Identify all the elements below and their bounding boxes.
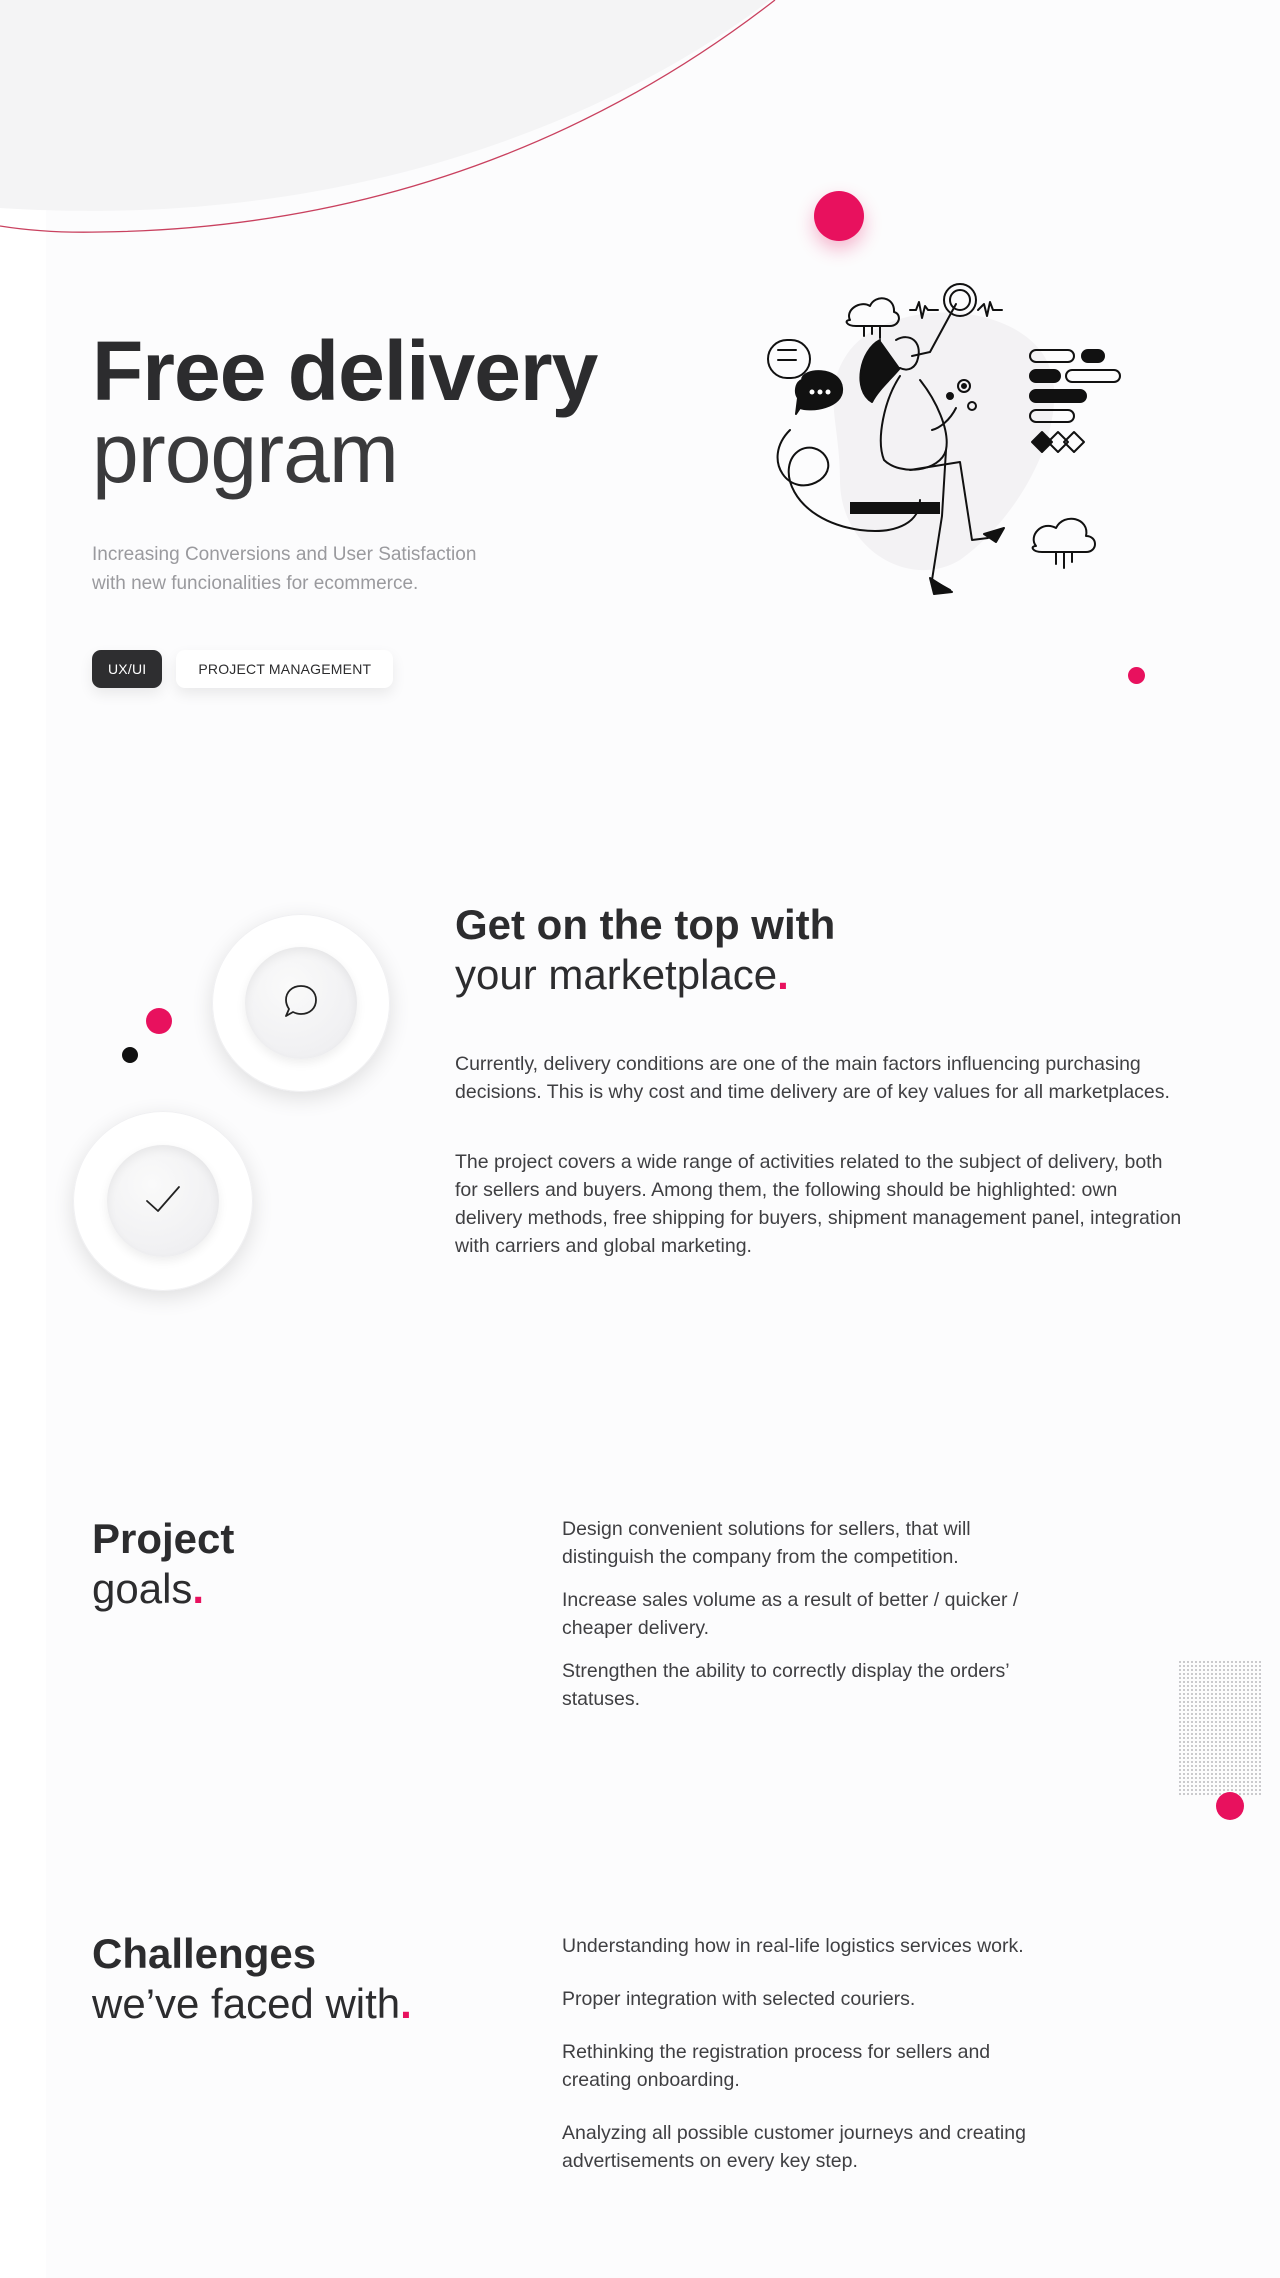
hero-pink-dot-large: [814, 191, 864, 241]
tag-uxui[interactable]: UX/UI: [92, 650, 163, 688]
black-accent-dot: [122, 1047, 138, 1063]
pink-accent-dot: [146, 1008, 172, 1034]
hero-subtitle: Increasing Conversions and User Satisfac…: [92, 540, 522, 598]
goals-heading-light: goals.: [92, 1564, 234, 1614]
hero-subtitle-line-1: Increasing Conversions and User Satisfac…: [92, 544, 477, 565]
hero-pink-dot-small: [1128, 667, 1145, 684]
challenges-heading-light-text: we’ve faced with: [92, 1980, 401, 2027]
goals-heading: Project goals.: [92, 1514, 234, 1614]
check-orb: [73, 1111, 253, 1291]
challenge-item: Proper integration with selected courier…: [562, 1988, 916, 2010]
goals-list: Design convenient solutions for sellers,…: [562, 1515, 1052, 1728]
marketplace-heading-light: your marketplace.: [455, 950, 835, 1000]
challenge-item: Analyzing all possible customer journeys…: [562, 2122, 1026, 2172]
challenges-heading-dot: .: [400, 1980, 412, 2027]
chat-bubble-icon: [281, 981, 321, 1026]
marketplace-heading-dot: .: [777, 951, 789, 998]
marketplace-paragraph-1: Currently, delivery conditions are one o…: [455, 1053, 1170, 1103]
marketplace-heading-light-text: your marketplace: [455, 951, 778, 998]
hero-title-bold: Free delivery: [92, 324, 598, 418]
goals-heading-light-text: goals: [92, 1565, 193, 1612]
chat-orb-inner: [245, 947, 357, 1059]
chat-orb: [212, 914, 390, 1092]
challenge-item: Rethinking the registration process for …: [562, 2041, 991, 2091]
marketplace-heading-bold: Get on the top with: [455, 901, 836, 948]
marketplace-heading: Get on the top with your marketplace.: [455, 900, 835, 1000]
hero-title: Free delivery program: [92, 324, 598, 500]
challenge-item: Understanding how in real-life logistics…: [562, 1935, 1024, 1957]
challenges-heading: Challenges we’ve faced with.: [92, 1929, 412, 2029]
hero-illustration: [767, 283, 1121, 595]
marketplace-paragraph-2: The project covers a wide range of activ…: [455, 1151, 1182, 1257]
goals-pink-dot: [1216, 1792, 1244, 1820]
challenges-list: Understanding how in real-life logistics…: [562, 1932, 1052, 2190]
tag-project-management[interactable]: PROJECT MANAGEMENT: [176, 650, 394, 688]
challenges-heading-bold: Challenges: [92, 1930, 317, 1977]
hero-title-light: program: [92, 406, 399, 500]
check-orb-inner: [107, 1145, 219, 1257]
goal-item: Strengthen the ability to correctly disp…: [562, 1660, 1009, 1710]
dot-pattern-decoration: [1178, 1660, 1262, 1795]
goal-item: Design convenient solutions for sellers,…: [562, 1518, 971, 1568]
checkmark-icon: [141, 1177, 185, 1226]
goals-heading-dot: .: [192, 1565, 205, 1612]
tag-list: UX/UI PROJECT MANAGEMENT: [92, 650, 394, 688]
goal-item: Increase sales volume as a result of bet…: [562, 1589, 1019, 1639]
top-decorative-arc: [0, 0, 776, 233]
challenges-heading-light: we’ve faced with.: [92, 1979, 412, 2029]
goals-heading-bold: Project: [92, 1515, 235, 1562]
hero-subtitle-line-2: with new funcionalities for ecommerce.: [92, 573, 419, 594]
